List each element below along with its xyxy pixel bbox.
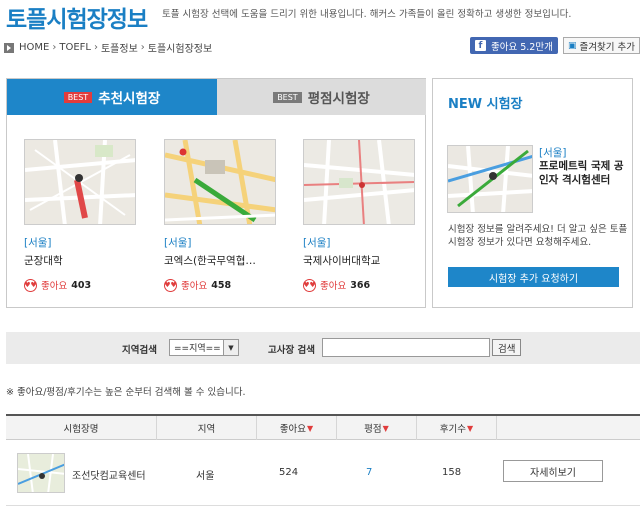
facebook-like-button[interactable]: f 좋아요 5.2만개 <box>470 37 558 54</box>
new-center-region[interactable]: [서울] <box>539 145 567 160</box>
best-badge: BEST <box>63 91 93 103</box>
col-name-header: 시험장명 <box>63 424 99 435</box>
card-region[interactable]: [서울] <box>164 235 276 250</box>
breadcrumb-toefl[interactable]: TOEFL <box>59 42 91 53</box>
table-row: 조선닷컴교육센터 서울 524 7 158 자세히보기 <box>6 440 640 506</box>
card-likes: ♥♥ 좋아요 458 <box>164 278 276 292</box>
request-info-text: 시험장 정보를 알려주세요! 더 알고 싶은 토플 시험장 정보가 있다면 요청… <box>448 224 628 248</box>
breadcrumb-toefl-info[interactable]: 토플정보 <box>101 40 138 55</box>
center-search-label: 고사장 검색 <box>268 345 316 356</box>
sort-desc-icon[interactable]: ▼ <box>307 424 313 433</box>
facebook-icon: f <box>475 40 486 51</box>
row-reviews: 158 <box>442 467 462 478</box>
bookmark-icon: ▣ <box>568 40 577 51</box>
like-count: 403 <box>71 279 92 291</box>
sort-desc-icon[interactable]: ▼ <box>467 424 473 433</box>
col-action-header <box>496 416 640 440</box>
search-bar: 지역검색 ==지역== ▼ 고사장 검색 검색 <box>6 332 640 364</box>
region-select[interactable]: ==지역== ▼ <box>169 339 239 356</box>
heart-eyes-icon: ♥♥ <box>24 278 37 292</box>
tab-label: 추천시험장 <box>98 91 161 107</box>
row-region: 서울 <box>196 471 215 482</box>
new-center-title: NEW 시험장 <box>448 97 523 112</box>
like-text: 좋아요 <box>320 281 347 292</box>
card-region[interactable]: [서울] <box>24 235 136 250</box>
region-search-label: 지역검색 <box>122 345 157 356</box>
region-select-value: ==지역== <box>174 344 221 354</box>
add-favorite-button[interactable]: ▣ 즐겨찾기 추가 <box>563 37 640 54</box>
map-thumbnail[interactable] <box>447 145 533 213</box>
card-name[interactable]: 국제사이버대학교 <box>303 253 415 268</box>
best-centers-panel: BEST 추천시험장 BEST 평점시험장 [서울] 군장대학 ♥♥ 좋아요 4… <box>6 78 426 308</box>
new-center-name[interactable]: 프로메트릭 국제 공인자 격시험센터 <box>539 159 625 187</box>
map-thumbnail[interactable] <box>164 139 276 225</box>
center-card[interactable]: [서울] 국제사이버대학교 ♥♥ 좋아요 366 <box>303 139 415 292</box>
center-card[interactable]: [서울] 코엑스(한국무역협… ♥♥ 좋아요 458 <box>164 139 276 292</box>
like-count: 458 <box>211 279 232 291</box>
chevron-right-icon: › <box>52 42 57 53</box>
row-rating: 7 <box>366 467 373 478</box>
col-region-header: 지역 <box>156 416 256 440</box>
page-description: 토플 시험장 선택에 도움을 드리기 위한 내용입니다. 해커스 가족들이 올린… <box>162 9 572 20</box>
map-thumbnail[interactable] <box>24 139 136 225</box>
col-rating-header[interactable]: 평점 ▼ <box>336 416 416 440</box>
row-likes: 524 <box>279 467 299 478</box>
breadcrumb-home[interactable]: HOME <box>19 42 49 53</box>
col-reviews-header[interactable]: 후기수 ▼ <box>416 416 496 440</box>
heart-eyes-icon: ♥♥ <box>164 278 177 292</box>
sort-desc-icon[interactable]: ▼ <box>383 424 389 433</box>
row-center-name[interactable]: 조선닷컴교육센터 <box>72 467 146 482</box>
chevron-down-icon[interactable]: ▼ <box>223 340 238 355</box>
best-badge: BEST <box>273 91 302 103</box>
tab-top-rated[interactable]: BEST 평점시험장 <box>217 79 426 115</box>
heart-eyes-icon: ♥♥ <box>303 278 316 292</box>
card-name[interactable]: 코엑스(한국무역협… <box>164 253 276 268</box>
home-icon[interactable] <box>4 42 14 53</box>
new-center-panel: NEW 시험장 [서울] 프로메트릭 국제 공인자 격시험센터 시험장 정보를 … <box>432 78 633 308</box>
map-thumbnail[interactable] <box>17 453 65 493</box>
request-center-button[interactable]: 시험장 추가 요청하기 <box>448 267 619 287</box>
map-thumbnail[interactable] <box>303 139 415 225</box>
page-title: 토플시험장정보 <box>6 7 148 33</box>
view-details-button[interactable]: 자세히보기 <box>503 460 603 482</box>
table-header: 시험장명 지역 좋아요 ▼ 평점 ▼ 후기수 ▼ <box>6 414 640 440</box>
like-text: 좋아요 <box>181 281 208 292</box>
search-button[interactable]: 검색 <box>492 339 522 356</box>
like-text: 좋아요 <box>41 281 68 292</box>
like-label: 좋아요 5.2만개 <box>491 41 553 53</box>
chevron-right-icon: › <box>140 42 145 53</box>
breadcrumb-current: 토플시험장정보 <box>147 44 213 55</box>
chevron-right-icon: › <box>93 42 98 53</box>
like-count: 366 <box>350 279 371 291</box>
sort-note: ※ 좋아요/평점/후기수는 높은 순부터 검색해 볼 수 있습니다. <box>6 387 246 398</box>
breadcrumb: HOME › TOEFL › 토플정보 › 토플시험장정보 <box>4 40 212 55</box>
card-likes: ♥♥ 좋아요 403 <box>24 278 136 292</box>
card-likes: ♥♥ 좋아요 366 <box>303 278 415 292</box>
center-card[interactable]: [서울] 군장대학 ♥♥ 좋아요 403 <box>24 139 136 292</box>
card-region[interactable]: [서울] <box>303 235 415 250</box>
favorite-label: 즐겨찾기 추가 <box>579 41 635 53</box>
col-likes-header[interactable]: 좋아요 ▼ <box>256 416 336 440</box>
center-search-input[interactable] <box>322 338 490 357</box>
card-name[interactable]: 군장대학 <box>24 253 136 268</box>
tab-recommended[interactable]: BEST 추천시험장 <box>7 79 217 115</box>
tab-label: 평점시험장 <box>307 91 370 107</box>
